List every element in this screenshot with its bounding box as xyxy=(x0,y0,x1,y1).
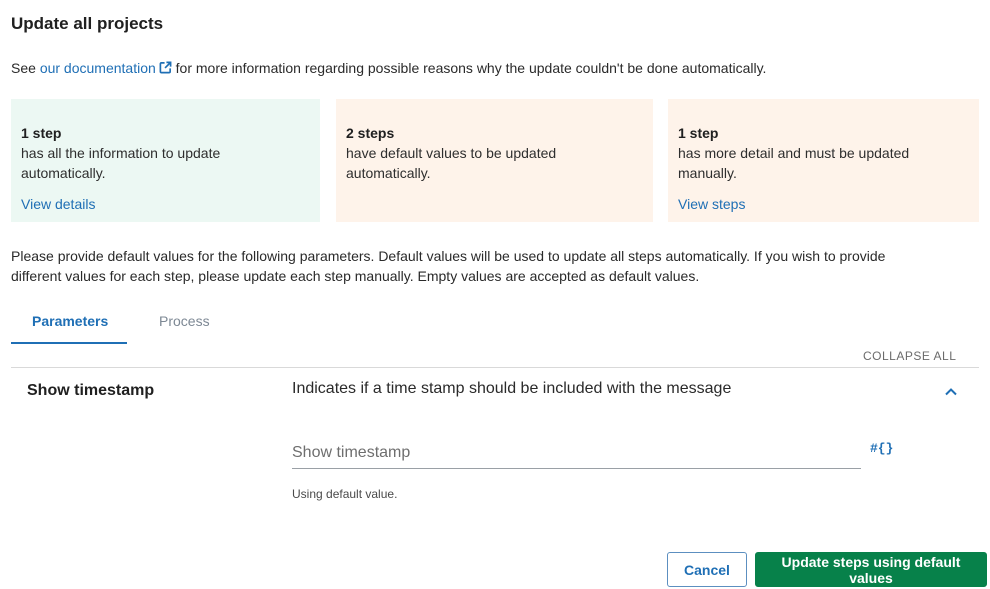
summary-card-manual: 1 step has more detail and must be updat… xyxy=(668,99,979,222)
summary-card-auto: 1 step has all the information to update… xyxy=(11,99,320,222)
card-description-line1: has all the information to update xyxy=(21,145,221,161)
instructions-text: Please provide default values for the fo… xyxy=(11,246,971,286)
view-details-link[interactable]: View details xyxy=(21,194,95,214)
card-count: 2 steps xyxy=(346,125,395,141)
active-tab-indicator xyxy=(11,342,127,344)
intro-text: See our documentation for more informati… xyxy=(11,60,766,76)
card-count: 1 step xyxy=(21,125,62,141)
documentation-link[interactable]: our documentation xyxy=(40,60,172,76)
expression-icon[interactable]: #{} xyxy=(870,441,893,456)
helper-text: Using default value. xyxy=(292,487,398,501)
parameter-description: Indicates if a time stamp should be incl… xyxy=(292,380,732,397)
cancel-button[interactable]: Cancel xyxy=(667,552,747,587)
show-timestamp-input[interactable] xyxy=(292,438,861,469)
dialog-title: Update all projects xyxy=(11,14,164,33)
card-description-line1: have default values to be updated xyxy=(346,145,557,161)
intro-prefix: See xyxy=(11,60,40,76)
update-steps-button[interactable]: Update steps using default values xyxy=(755,552,987,587)
summary-card-defaults: 2 steps have default values to be update… xyxy=(336,99,653,222)
external-link-icon xyxy=(159,61,172,74)
tab-process[interactable]: Process xyxy=(159,313,210,329)
card-description-line1: has more detail and must be updated xyxy=(678,145,910,161)
section-divider xyxy=(11,367,979,368)
view-steps-link[interactable]: View steps xyxy=(678,194,745,214)
card-description-line2: manually. xyxy=(678,165,737,181)
intro-suffix: for more information regarding possible … xyxy=(171,60,767,76)
tab-parameters[interactable]: Parameters xyxy=(32,313,108,329)
instructions-line2: different values for each step, please u… xyxy=(11,268,700,284)
card-description-line2: automatically. xyxy=(346,165,431,181)
documentation-link-label: our documentation xyxy=(39,60,156,76)
chevron-up-icon[interactable] xyxy=(943,384,959,400)
parameter-name: Show timestamp xyxy=(27,382,155,399)
instructions-line1: Please provide default values for the fo… xyxy=(11,248,886,264)
card-description-line2: automatically. xyxy=(21,165,106,181)
collapse-all-button[interactable]: COLLAPSE ALL xyxy=(863,349,956,363)
card-count: 1 step xyxy=(678,125,719,141)
